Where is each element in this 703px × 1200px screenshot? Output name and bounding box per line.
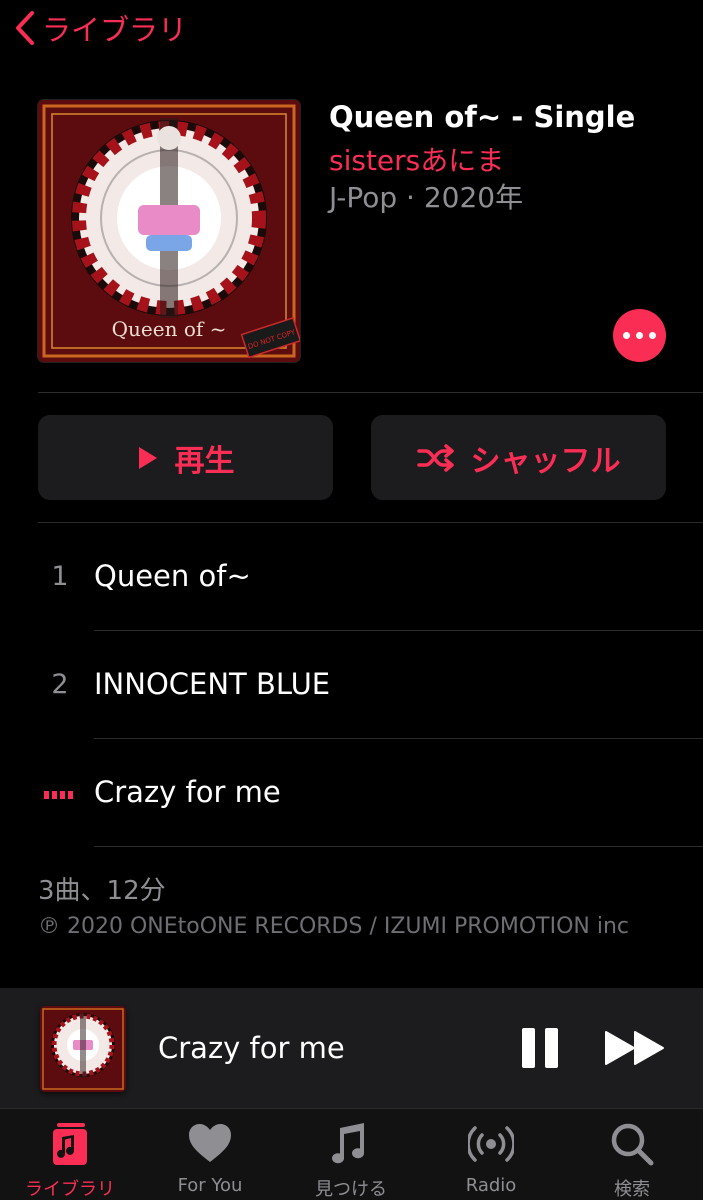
album-meta: J-Pop · 2020年 [329,181,524,214]
shuffle-button-label: シャッフル [470,443,621,479]
tab-for-you[interactable]: For You [140,1109,280,1200]
now-playing-title: Crazy for me [158,1031,345,1065]
heart-icon [189,1124,231,1162]
now-playing-equalizer-icon [44,791,73,799]
pause-icon [522,1028,535,1068]
copyright-text: ℗ 2020 ONEtoONE RECORDS / IZUMI PROMOTIO… [38,914,629,939]
shuffle-icon [416,443,454,472]
tab-library[interactable]: ライブラリ [0,1109,140,1200]
track-divider [94,846,703,847]
album-artwork: Queen of ~ DO NOT COPY [38,100,300,362]
tab-search[interactable]: 検索 [562,1109,702,1200]
back-button[interactable]: ライブラリ [14,6,187,50]
pause-icon-bar [545,1028,558,1068]
tab-browse[interactable]: 見つける [281,1109,421,1200]
tab-label: 見つける [315,1179,387,1200]
more-options-button[interactable] [613,309,666,362]
library-icon [53,1123,87,1165]
track-title: INNOCENT BLUE [94,667,331,701]
tab-radio[interactable]: Radio [421,1109,561,1200]
track-number: 1 [51,561,69,592]
tab-label: For You [177,1175,243,1196]
play-button-label: 再生 [174,443,235,479]
shuffle-button[interactable]: シャッフル [371,415,666,500]
track-row[interactable]: 1 Queen of~ [0,523,703,631]
radio-icon [468,1126,514,1162]
music-note-icon [332,1123,365,1164]
track-row[interactable]: 2 INNOCENT BLUE [0,631,703,739]
mini-player-artwork [40,1006,126,1092]
tab-label: Radio [465,1175,517,1196]
play-button[interactable]: 再生 [38,415,333,500]
ellipsis-icon [623,332,630,339]
play-icon [138,446,157,469]
skip-forward-button[interactable] [604,1030,666,1066]
track-title: Queen of~ [94,559,251,593]
ellipsis-dot [649,332,656,339]
pause-button[interactable] [522,1028,558,1068]
album-summary: 3曲、12分 [38,876,166,906]
album-title: Queen of~ - Single [329,100,636,134]
ellipsis-dot [636,332,643,339]
tab-label: 検索 [614,1179,650,1200]
search-icon [611,1123,654,1166]
divider [38,392,703,393]
track-number: 2 [51,669,69,700]
back-button-label: ライブラリ [42,13,188,47]
tab-label: ライブラリ [25,1179,115,1200]
mini-player[interactable]: Crazy for me [0,988,703,1108]
track-row-now-playing[interactable]: Crazy for me [0,739,703,847]
album-artist-link[interactable]: sistersあにま [329,139,504,179]
track-title: Crazy for me [94,775,281,809]
chevron-left-icon [16,11,34,45]
artwork-lettering: Queen of ~ [112,317,227,341]
tab-bar: ライブラリ For You 見つける Radio 検索 [0,1108,703,1200]
